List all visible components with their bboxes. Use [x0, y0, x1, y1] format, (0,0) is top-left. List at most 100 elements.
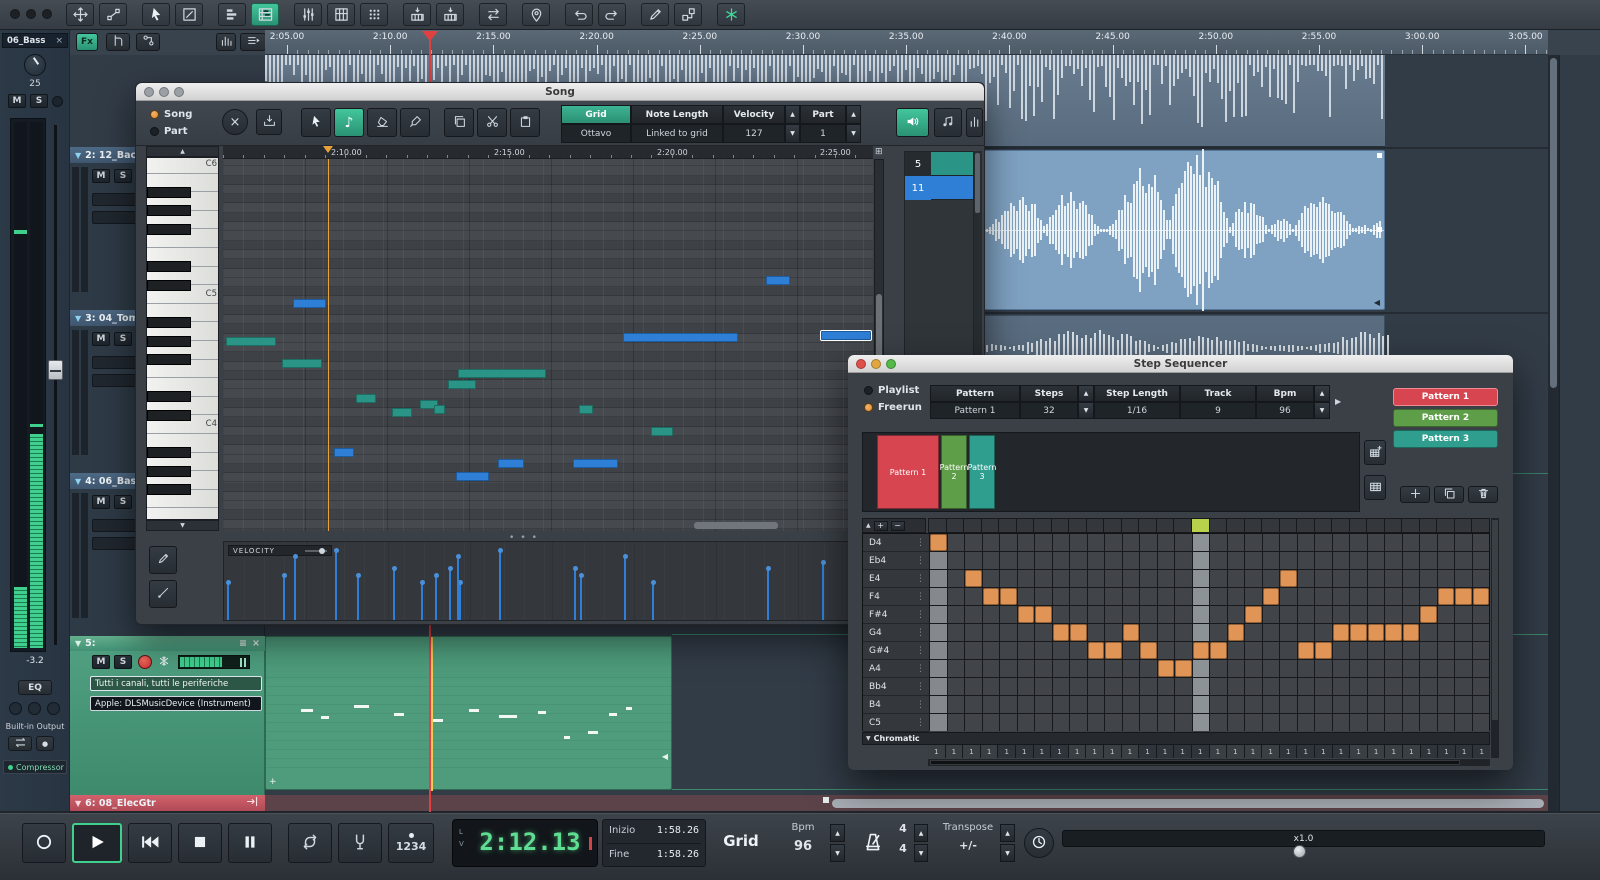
- step-cell[interactable]: [1070, 624, 1087, 641]
- step-cell[interactable]: [1140, 534, 1157, 551]
- step-cell[interactable]: [1368, 534, 1385, 551]
- step-cell[interactable]: [1385, 678, 1402, 695]
- velocity-up[interactable]: ▲: [785, 105, 800, 124]
- table-scroll-right[interactable]: ▶: [1335, 397, 1341, 406]
- step-cell[interactable]: [1018, 642, 1035, 659]
- step-cell[interactable]: [930, 714, 947, 731]
- step-cell[interactable]: [1088, 660, 1105, 677]
- minimize-window-button[interactable]: [871, 359, 881, 369]
- step-cell[interactable]: [1000, 660, 1017, 677]
- step-cell[interactable]: [1455, 624, 1472, 641]
- step-cell[interactable]: [1403, 660, 1420, 677]
- col-track-value[interactable]: 9: [1180, 402, 1256, 419]
- radio-part[interactable]: Part: [150, 126, 188, 137]
- copy-button[interactable]: [444, 108, 474, 137]
- piano-key-black[interactable]: [147, 336, 191, 347]
- step-cell[interactable]: [1000, 714, 1017, 731]
- step-cell[interactable]: [1210, 624, 1227, 641]
- step-cell[interactable]: [930, 642, 947, 659]
- eq-knob-1[interactable]: [9, 702, 22, 715]
- sliders-view-button[interactable]: [294, 3, 322, 26]
- step-cell[interactable]: [1105, 570, 1122, 587]
- step-cell[interactable]: [1438, 714, 1455, 731]
- step-cell[interactable]: [1175, 660, 1192, 677]
- step-cell[interactable]: [1140, 552, 1157, 569]
- step-cell[interactable]: [1053, 660, 1070, 677]
- step-cell[interactable]: [1053, 606, 1070, 623]
- step-indicator-cell[interactable]: [1157, 519, 1174, 532]
- step-cell[interactable]: [1263, 678, 1280, 695]
- step-cell[interactable]: [1140, 588, 1157, 605]
- step-cell[interactable]: [1070, 714, 1087, 731]
- step-cell[interactable]: [1333, 570, 1350, 587]
- punch-clock-button[interactable]: [1024, 828, 1054, 858]
- collapse-icon[interactable]: ▼: [75, 639, 81, 648]
- row-drag-icon[interactable]: ⋮: [916, 664, 925, 674]
- step-cell[interactable]: [948, 678, 965, 695]
- cursor-tool-button[interactable]: [142, 3, 170, 26]
- step-cell[interactable]: [1140, 570, 1157, 587]
- eq-knob-2[interactable]: [28, 702, 41, 715]
- step-cell[interactable]: [1403, 714, 1420, 731]
- step-cell[interactable]: [1298, 606, 1315, 623]
- step-cell[interactable]: [1385, 570, 1402, 587]
- step-cell[interactable]: [930, 696, 947, 713]
- step-cell[interactable]: [1438, 552, 1455, 569]
- clip-fade-icon[interactable]: ◀: [1374, 298, 1380, 307]
- step-cell[interactable]: [1210, 678, 1227, 695]
- step-cell[interactable]: [1175, 570, 1192, 587]
- step-cell[interactable]: [1228, 642, 1245, 659]
- step-cell[interactable]: [1158, 588, 1175, 605]
- track-mute-button[interactable]: M: [92, 169, 110, 183]
- step-cell[interactable]: [1035, 696, 1052, 713]
- clear-button[interactable]: ×: [222, 109, 248, 135]
- step-indicator-cell[interactable]: [1139, 519, 1156, 532]
- grid-corner-icon[interactable]: ⊞: [875, 147, 883, 157]
- step-cell[interactable]: [1315, 570, 1332, 587]
- step-cell[interactable]: [1070, 642, 1087, 659]
- step-cell[interactable]: [1053, 552, 1070, 569]
- channel-close-icon[interactable]: ×: [55, 36, 63, 46]
- pause-button[interactable]: [228, 823, 272, 863]
- step-cell[interactable]: [1123, 624, 1140, 641]
- piano-key-black[interactable]: [147, 466, 191, 477]
- step-cell[interactable]: [1140, 714, 1157, 731]
- window-minimize-button[interactable]: [26, 9, 36, 19]
- note-length-header[interactable]: Note Length: [631, 105, 723, 124]
- step-cell[interactable]: [1070, 606, 1087, 623]
- preset-list-button[interactable]: [1364, 475, 1386, 500]
- velocity-header[interactable]: Velocity: [723, 105, 785, 124]
- step-cell[interactable]: [948, 606, 965, 623]
- step-cell[interactable]: [1245, 624, 1262, 641]
- step-cell[interactable]: [1280, 534, 1297, 551]
- step-cell[interactable]: [1245, 552, 1262, 569]
- inizio-value[interactable]: 1:58.26: [657, 825, 699, 836]
- step-cell[interactable]: [1350, 588, 1367, 605]
- step-cell[interactable]: [1438, 642, 1455, 659]
- step-cell[interactable]: [1263, 606, 1280, 623]
- fine-value[interactable]: 1:58.26: [657, 849, 699, 860]
- draw-box-tool-button[interactable]: [175, 3, 203, 26]
- track-shift-icon[interactable]: [246, 795, 259, 811]
- step-cell[interactable]: [965, 696, 982, 713]
- step-cell[interactable]: [1473, 588, 1490, 605]
- bpm-up[interactable]: ▲: [830, 824, 845, 842]
- row-drag-icon[interactable]: ⋮: [916, 610, 925, 620]
- step-cell[interactable]: [1438, 678, 1455, 695]
- step-cell[interactable]: [1385, 552, 1402, 569]
- midi-note[interactable]: [282, 359, 322, 368]
- step-cell[interactable]: [1315, 642, 1332, 659]
- step-cell[interactable]: [965, 570, 982, 587]
- step-cell[interactable]: [1070, 552, 1087, 569]
- step-cell[interactable]: [1000, 642, 1017, 659]
- step-cell[interactable]: [1018, 678, 1035, 695]
- step-cell[interactable]: [1105, 714, 1122, 731]
- step-cell[interactable]: [1035, 534, 1052, 551]
- track-solo-button[interactable]: S: [114, 332, 132, 346]
- step-cell[interactable]: [948, 660, 965, 677]
- step-cell[interactable]: [1245, 588, 1262, 605]
- midi-note[interactable]: [434, 405, 445, 414]
- part-header[interactable]: Part: [800, 105, 846, 124]
- grid-mode-header[interactable]: Grid: [561, 105, 631, 124]
- meter-view-button[interactable]: [216, 33, 236, 51]
